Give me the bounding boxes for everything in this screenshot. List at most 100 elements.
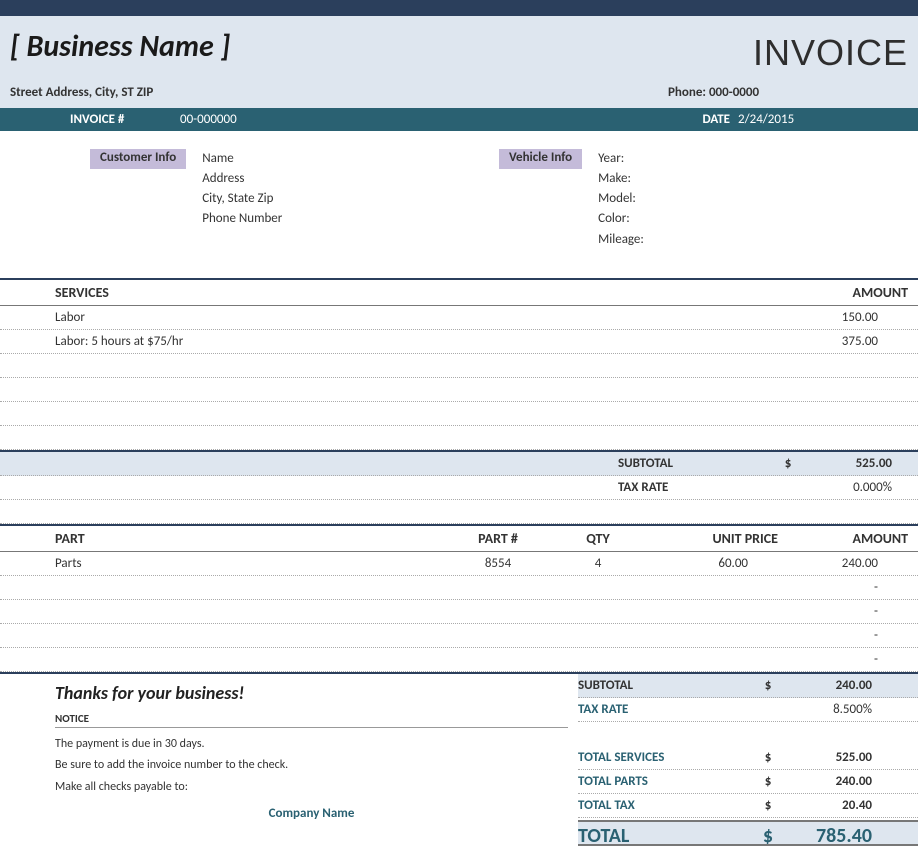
grand-total-currency: $ xyxy=(758,820,778,846)
info-row: Customer Info Name Address City, State Z… xyxy=(0,131,918,256)
services-subtotal-label: SUBTOTAL xyxy=(618,456,778,471)
vehicle-model: Model: xyxy=(598,189,644,209)
parts-subtotal-row: SUBTOTAL $ 240.00 xyxy=(578,674,918,698)
part-qty: 4 xyxy=(558,556,638,571)
total-tax-value: 20.40 xyxy=(778,798,888,813)
grand-total-row: TOTAL $ 785.40 xyxy=(578,820,918,846)
services-taxrate-row: TAX RATE 0.000% xyxy=(0,476,918,500)
service-row xyxy=(0,378,918,402)
vehicle-year: Year: xyxy=(598,149,644,169)
services-taxrate-label: TAX RATE xyxy=(618,480,778,495)
vehicle-col: Vehicle Info Year: Make: Model: Color: M… xyxy=(499,149,908,250)
vehicle-lines: Year: Make: Model: Color: Mileage: xyxy=(598,149,644,250)
service-desc: Labor: 5 hours at $75/hr xyxy=(55,334,778,349)
notice-line-1: The payment is due in 30 days. xyxy=(55,734,568,756)
total-tax-currency: $ xyxy=(758,798,778,813)
phone-value: 000-0000 xyxy=(709,85,759,100)
service-row xyxy=(0,354,918,378)
invoice-number-label: INVOICE # xyxy=(70,112,180,127)
grand-total-label: TOTAL xyxy=(578,820,758,846)
services-header: SERVICES AMOUNT xyxy=(0,278,918,306)
total-services-row: TOTAL SERVICES $ 525.00 xyxy=(578,746,918,770)
services-header-label: SERVICES xyxy=(55,284,778,301)
total-parts-row: TOTAL PARTS $ 240.00 xyxy=(578,770,918,794)
part-row: - xyxy=(0,576,918,600)
total-services-label: TOTAL SERVICES xyxy=(578,750,758,765)
parts-taxrate-row: TAX RATE 8.500% xyxy=(578,698,918,722)
service-row xyxy=(0,426,918,450)
services-subtotal-block: SUBTOTAL $ 525.00 TAX RATE 0.000% xyxy=(0,450,918,524)
services-taxrate-value: 0.000% xyxy=(798,480,908,495)
parts-header-uprice: UNIT PRICE xyxy=(638,530,778,547)
thanks-message: Thanks for your business! xyxy=(55,682,568,704)
phone-label: Phone: xyxy=(668,85,706,100)
business-address: Street Address, City, ST ZIP xyxy=(10,85,668,100)
customer-address: Address xyxy=(202,169,282,189)
parts-subtotal-value: 240.00 xyxy=(778,678,888,693)
footer-split: Thanks for your business! NOTICE The pay… xyxy=(0,672,918,846)
parts-taxrate-label: TAX RATE xyxy=(578,702,758,717)
total-tax-row: TOTAL TAX $ 20.40 xyxy=(578,794,918,818)
company-name: Company Name xyxy=(55,806,568,821)
vehicle-info-pill: Vehicle Info xyxy=(499,149,582,169)
vehicle-mileage: Mileage: xyxy=(598,230,644,250)
customer-phone: Phone Number xyxy=(202,209,282,229)
total-tax-label: TOTAL TAX xyxy=(578,798,758,813)
total-parts-label: TOTAL PARTS xyxy=(578,774,758,789)
part-amount: - xyxy=(778,604,908,619)
business-phone: Phone: 000-0000 xyxy=(668,85,908,100)
date-label: DATE xyxy=(680,112,730,127)
top-strip xyxy=(0,0,918,16)
parts-header-qty: QTY xyxy=(558,530,638,547)
notice-line-2: Be sure to add the invoice number to the… xyxy=(55,755,568,777)
total-parts-currency: $ xyxy=(758,774,778,789)
gap-row xyxy=(578,722,918,746)
part-row: - xyxy=(0,600,918,624)
part-amount: 240.00 xyxy=(778,556,908,571)
customer-col: Customer Info Name Address City, State Z… xyxy=(90,149,499,250)
parts-header-amount: AMOUNT xyxy=(778,530,908,547)
service-row xyxy=(0,402,918,426)
customer-city: City, State Zip xyxy=(202,189,282,209)
parts-subtotal-label: SUBTOTAL xyxy=(578,678,758,693)
part-unit-price: 60.00 xyxy=(638,556,778,571)
part-desc: Parts xyxy=(55,556,438,571)
service-desc: Labor xyxy=(55,310,778,325)
vehicle-make: Make: xyxy=(598,169,644,189)
part-amount: - xyxy=(778,652,908,667)
parts-header-num: PART # xyxy=(438,530,558,547)
customer-info-pill: Customer Info xyxy=(90,149,186,169)
total-services-currency: $ xyxy=(758,750,778,765)
customer-name: Name xyxy=(202,149,282,169)
invoice-number: 00-000000 xyxy=(180,112,680,127)
service-row: Labor150.00 xyxy=(0,306,918,330)
customer-lines: Name Address City, State Zip Phone Numbe… xyxy=(202,149,282,250)
vehicle-color: Color: xyxy=(598,209,644,229)
parts-subtotal-currency: $ xyxy=(758,678,778,693)
part-number: 8554 xyxy=(438,556,558,571)
services-amount-label: AMOUNT xyxy=(778,284,908,301)
notice-line-3: Make all checks payable to: xyxy=(55,777,568,799)
services-blank-row xyxy=(0,500,918,524)
meta-bar: INVOICE # 00-000000 DATE 2/24/2015 xyxy=(0,108,918,131)
parts-header: PART PART # QTY UNIT PRICE AMOUNT xyxy=(0,524,918,552)
part-amount: - xyxy=(778,580,908,595)
date-value: 2/24/2015 xyxy=(738,112,908,127)
services-subtotal-value: 525.00 xyxy=(798,456,908,471)
notice-header: NOTICE xyxy=(55,712,568,728)
total-parts-value: 240.00 xyxy=(778,774,888,789)
invoice-title: INVOICE xyxy=(753,32,908,74)
total-services-value: 525.00 xyxy=(778,750,888,765)
address-row: Street Address, City, ST ZIP Phone: 000-… xyxy=(10,85,908,100)
footer-left: Thanks for your business! NOTICE The pay… xyxy=(0,674,578,846)
part-row: - xyxy=(0,648,918,672)
parts-taxrate-value: 8.500% xyxy=(778,702,888,717)
part-amount: - xyxy=(778,628,908,643)
service-row: Labor: 5 hours at $75/hr375.00 xyxy=(0,330,918,354)
footer-right: SUBTOTAL $ 240.00 TAX RATE 8.500% TOTAL … xyxy=(578,674,918,846)
part-row: Parts8554460.00240.00 xyxy=(0,552,918,576)
parts-header-part: PART xyxy=(55,530,438,547)
services-subtotal-currency: $ xyxy=(778,456,798,471)
grand-total-value: 785.40 xyxy=(778,820,888,846)
service-amount: 375.00 xyxy=(778,334,908,349)
